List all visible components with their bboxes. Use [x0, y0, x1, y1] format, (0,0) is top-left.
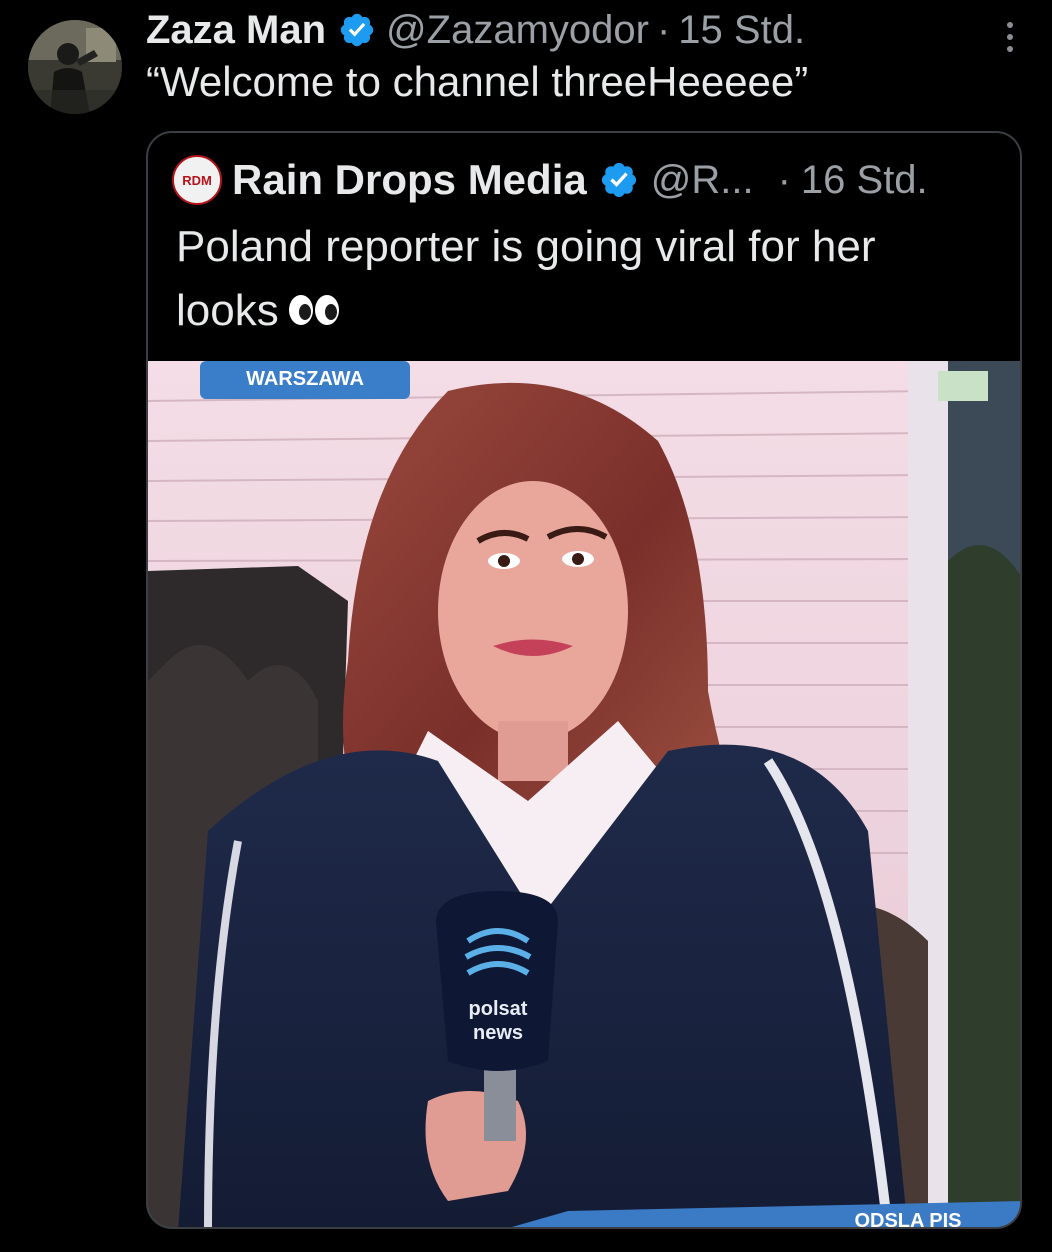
avatar-image [28, 20, 122, 114]
quoted-author-handle[interactable]: @R... [651, 158, 754, 203]
location-tag: WARSZAWA [246, 368, 364, 390]
quoted-text-line-1: Poland reporter is going viral for her [176, 222, 876, 271]
verified-badge-icon [338, 11, 376, 49]
quoted-text-line-2-text: looks [176, 286, 279, 335]
author-avatar[interactable] [28, 20, 122, 114]
quoted-tweet-header: RDM Rain Drops Media @R... · 16 Std. [172, 155, 928, 205]
mic-brand-line-1: polsat [469, 998, 528, 1020]
media-photo: polsat news WARSZAWA ODSLA PIS [148, 361, 1020, 1229]
quoted-tweet-text: Poland reporter is going viral for her l… [176, 215, 996, 345]
more-vertical-icon[interactable] [1004, 22, 1016, 52]
author-display-name[interactable]: Zaza Man [146, 8, 326, 53]
quoted-separator-dot: · [777, 157, 791, 202]
quoted-tweet-timestamp[interactable]: 16 Std. [801, 158, 928, 203]
author-handle[interactable]: @Zazamyodor [386, 8, 649, 53]
quoted-verified-badge-icon [599, 160, 639, 200]
tweet-header: Zaza Man @Zazamyodor · 15 Std. [146, 8, 805, 52]
quoted-author-avatar[interactable]: RDM [172, 155, 222, 205]
separator-dot: · [656, 7, 671, 52]
quoted-author-display-name[interactable]: Rain Drops Media [232, 156, 587, 204]
quoted-text-line-2: looks [176, 279, 996, 345]
quoted-tweet[interactable]: RDM Rain Drops Media @R... · 16 Std. Pol… [146, 131, 1022, 1229]
ticker-fragment: ODSLA PIS [854, 1210, 961, 1229]
mic-brand-line-2: news [473, 1022, 523, 1044]
quoted-tweet-media[interactable]: polsat news WARSZAWA ODSLA PIS [148, 361, 1020, 1229]
tweet[interactable]: Zaza Man @Zazamyodor · 15 Std. “Welcome … [0, 0, 1052, 1252]
tweet-text: “Welcome to channel threeHeeeee” [146, 58, 809, 105]
tweet-timestamp[interactable]: 15 Std. [678, 8, 805, 53]
eyes-emoji-icon [287, 281, 341, 345]
